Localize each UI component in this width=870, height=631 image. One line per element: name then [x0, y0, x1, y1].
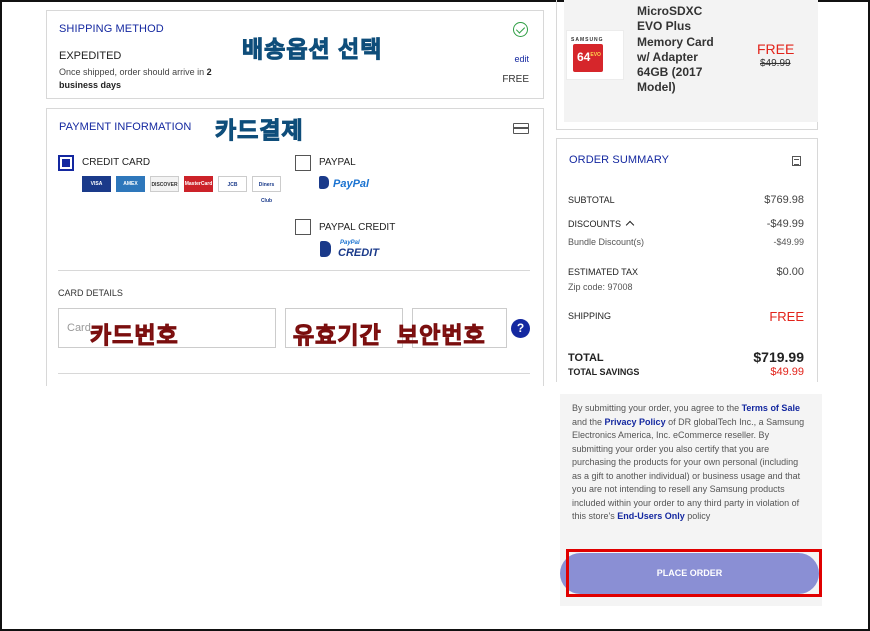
paypal-credit-radio[interactable] [295, 219, 311, 235]
place-order-button[interactable]: PLACE ORDER [560, 553, 819, 594]
discounts-toggle[interactable]: DISCOUNTS [568, 219, 635, 230]
paypal-credit-label: PAYPAL CREDIT [319, 222, 396, 233]
shipping-method-name: EXPEDITED [59, 50, 122, 62]
annotation-card-number: 카드번호 [90, 322, 179, 349]
shipping-delivery-estimate: Once shipped, order should arrive in 2 bu… [59, 67, 212, 90]
product-name[interactable]: MicroSDXC EVO Plus Memory Card w/ Adapte… [637, 4, 727, 96]
chevron-up-icon [625, 220, 635, 230]
terms-of-sale-link[interactable]: Terms of Sale [742, 403, 800, 413]
order-summary-panel: ORDER SUMMARY [556, 138, 818, 382]
payment-information-title: PAYMENT INFORMATION [59, 121, 192, 133]
annotation-expiry: 유효기간 [293, 322, 382, 349]
privacy-policy-link[interactable]: Privacy Policy [605, 417, 666, 427]
total-value: $719.99 [753, 349, 804, 365]
bundle-discount-value: -$49.99 [773, 237, 804, 247]
annotation-security-code: 보안번호 [397, 322, 486, 349]
product-original-price: $49.99 [760, 58, 791, 69]
diners-club-logo-icon: Diners Club [252, 176, 281, 204]
credit-card-label: CREDIT CARD [82, 157, 151, 168]
shipping-method-title: SHIPPING METHOD [59, 23, 164, 35]
shipping-summary-value: FREE [769, 309, 804, 324]
check-circle-icon [513, 22, 528, 37]
product-price: FREE [757, 41, 795, 57]
mastercard-logo-icon: MasterCard [184, 176, 213, 192]
amex-logo-icon: AMEX [116, 176, 145, 192]
credit-card-icon [513, 123, 529, 134]
subtotal-label: SUBTOTAL [568, 195, 615, 205]
memory-card-image: 64EVO [573, 44, 603, 72]
estimated-tax-value: $0.00 [776, 266, 804, 278]
card-details-label: CARD DETAILS [58, 288, 123, 298]
payment-bottom-divider [58, 373, 530, 374]
shipping-edit-link[interactable]: edit [514, 54, 529, 64]
bundle-discount-label: Bundle Discount(s) [568, 237, 645, 247]
discounts-value: -$49.99 [766, 218, 804, 230]
annotation-shipping-option: 배송옵션 선택 [241, 36, 383, 63]
help-icon[interactable]: ? [511, 319, 530, 338]
total-savings-value: $49.99 [770, 366, 804, 378]
subtotal-value: $769.98 [764, 194, 804, 206]
visa-logo-icon: VISA [82, 176, 111, 192]
shipping-price: FREE [502, 74, 529, 85]
receipt-icon [792, 156, 801, 166]
order-summary-title: ORDER SUMMARY [569, 154, 670, 166]
payment-divider [58, 270, 530, 271]
paypal-logo: PayPal [319, 176, 369, 190]
product-image: SAMSUNG 64EVO [566, 30, 624, 80]
annotation-card-payment: 카드결제 [215, 117, 304, 144]
end-users-only-link[interactable]: End-Users Only [617, 511, 685, 521]
credit-card-radio[interactable] [58, 155, 74, 171]
shipping-summary-label: SHIPPING [568, 311, 612, 321]
paypal-p-icon [319, 176, 329, 189]
jcb-logo-icon: JCB [218, 176, 247, 192]
estimated-tax-label: ESTIMATED TAX [568, 267, 639, 277]
total-label: TOTAL [568, 352, 604, 364]
paypal-p-icon [320, 241, 331, 257]
paypal-radio[interactable] [295, 155, 311, 171]
paypal-label: PAYPAL [319, 157, 356, 168]
total-savings-label: TOTAL SAVINGS [568, 367, 640, 377]
zip-code-label: Zip code: 97008 [568, 282, 633, 292]
discover-logo-icon: DISCOVER [150, 176, 179, 192]
